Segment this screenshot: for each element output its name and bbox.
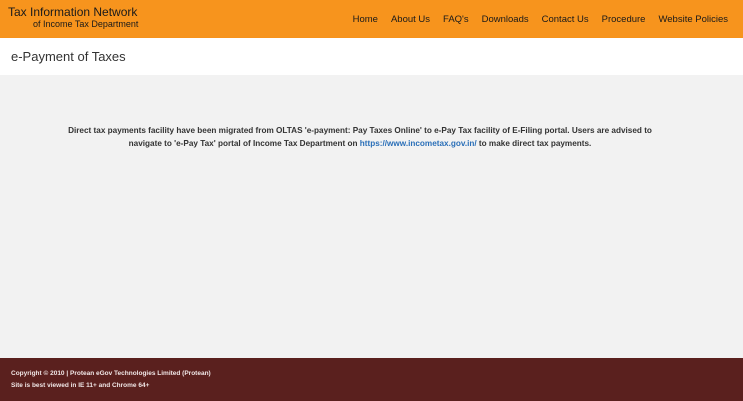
footer: Copyright © 2010 | Protean eGov Technolo…: [0, 358, 743, 401]
page: Tax Information Network of Income Tax De…: [0, 0, 743, 401]
main-content: Direct tax payments facility have been m…: [0, 75, 743, 358]
main-nav: Home About Us FAQ's Downloads Contact Us…: [340, 0, 728, 38]
brand-title: Tax Information Network: [8, 5, 138, 19]
incometax-portal-link[interactable]: https://www.incometax.gov.in/: [360, 139, 477, 148]
migration-notice: Direct tax payments facility have been m…: [60, 125, 660, 150]
brand-subtitle: of Income Tax Department: [33, 19, 139, 29]
nav-faqs[interactable]: FAQ's: [443, 14, 469, 25]
nav-about-us[interactable]: About Us: [391, 14, 430, 25]
top-navigation-bar: Tax Information Network of Income Tax De…: [0, 0, 743, 38]
notice-text-after-link: to make direct tax payments.: [476, 138, 592, 148]
footer-browser-note: Site is best viewed in IE 11+ and Chrome…: [11, 382, 150, 389]
nav-procedure[interactable]: Procedure: [602, 14, 646, 25]
footer-copyright: Copyright © 2010 | Protean eGov Technolo…: [11, 370, 211, 377]
page-title-bar: e-Payment of Taxes: [0, 38, 743, 75]
nav-website-policies[interactable]: Website Policies: [658, 14, 728, 25]
brand-logo[interactable]: Tax Information Network of Income Tax De…: [8, 5, 138, 30]
nav-downloads[interactable]: Downloads: [482, 14, 529, 25]
nav-home[interactable]: Home: [353, 14, 378, 25]
nav-contact-us[interactable]: Contact Us: [542, 14, 589, 25]
page-title: e-Payment of Taxes: [11, 49, 126, 64]
